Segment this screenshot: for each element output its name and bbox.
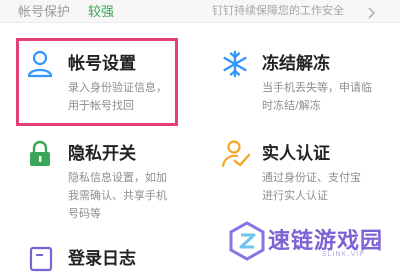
- watermark-url: SLINK.VIP: [322, 250, 365, 258]
- freeze-unfreeze-title: 冻结解冻: [262, 54, 330, 74]
- security-tip-text: 钉钉持续保障您的工作安全: [212, 4, 344, 17]
- login-log-title: 登录日志: [68, 249, 136, 269]
- identity-verification-desc: 通过身份证、支付宝进行实人认证: [262, 171, 361, 202]
- security-level-label: 帐号保护: [18, 5, 71, 20]
- privacy-switch-item[interactable]: 隐私开关 隐私信息设置，如加我需确认、共享手机号码等: [0, 128, 200, 228]
- security-level-value: 较强: [88, 5, 115, 20]
- identity-verification-title: 实人认证: [262, 144, 330, 164]
- snowflake-icon: [221, 50, 249, 82]
- watermark: 速链游戏园 SLINK.VIP: [226, 219, 400, 267]
- privacy-switch-title: 隐私开关: [68, 144, 136, 164]
- freeze-unfreeze-desc: 当手机丢失等，申请临时冻结/解冻: [262, 81, 372, 112]
- person-check-icon: [221, 139, 251, 173]
- freeze-unfreeze-item[interactable]: 冻结解冻 当手机丢失等，申请临时冻结/解冻: [200, 28, 400, 128]
- account-settings-item[interactable]: 帐号设置 录入身份验证信息，用于帐号找回: [0, 28, 200, 128]
- lock-icon: [27, 140, 53, 172]
- chevron-right-icon: [368, 4, 376, 23]
- identity-verification-item[interactable]: 实人认证 通过身份证、支付宝进行实人认证: [200, 128, 400, 228]
- log-icon: [29, 246, 53, 276]
- watermark-logo-icon: [228, 221, 266, 265]
- account-settings-desc: 录入身份验证信息，用于帐号找回: [68, 81, 167, 112]
- security-level-bar[interactable]: 帐号保护 较强 钉钉持续保障您的工作安全: [0, 0, 400, 23]
- login-log-item[interactable]: 登录日志: [0, 232, 200, 272]
- user-icon: [26, 50, 54, 82]
- privacy-switch-desc: 隐私信息设置，如加我需确认、共享手机号码等: [68, 171, 167, 220]
- account-settings-title: 帐号设置: [68, 54, 136, 74]
